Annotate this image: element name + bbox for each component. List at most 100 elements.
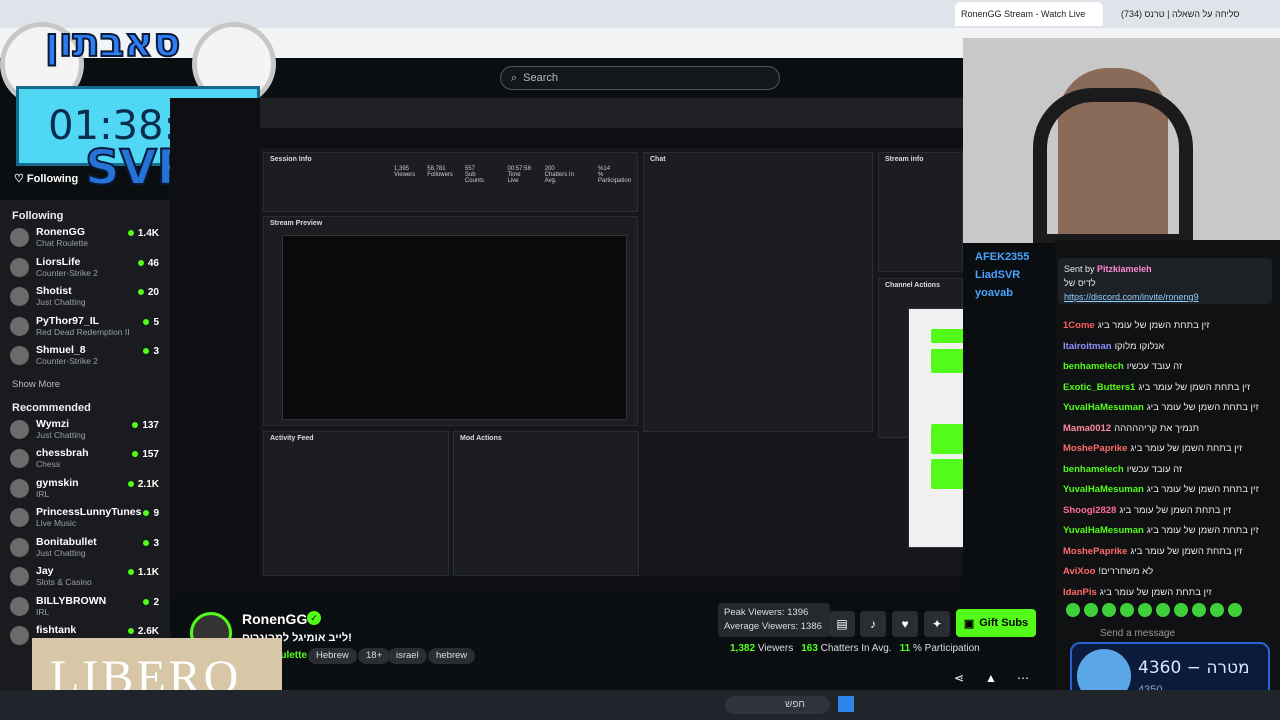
- channel-game: IRL: [36, 488, 50, 499]
- channel-game: Just Chatting: [36, 429, 86, 440]
- chatters-stat: 163 Chatters In Avg.: [801, 643, 892, 654]
- chat-text: זין בתחת השמן של עומר ביג: [1097, 320, 1210, 331]
- avatar: [10, 537, 29, 557]
- viewer-count: 3: [143, 346, 159, 357]
- channel-name: Bonitabullet: [36, 535, 97, 548]
- chat-messages: 1Come זין בתחת השמן של עומר ביג Itairoitma…: [1055, 316, 1280, 603]
- viewer-count: 46: [138, 258, 159, 269]
- heart-icon[interactable]: ♥: [892, 611, 918, 637]
- discord-link[interactable]: https://discord.com/invite/roneng9: [1064, 290, 1266, 304]
- viewer-count: 1.1K: [128, 567, 159, 578]
- sidebar-channel[interactable]: Jay Slots & Casino 1.1K: [0, 565, 170, 595]
- stream-video[interactable]: Session Info 1,395 Viewers 58,781 Followers…: [170, 98, 963, 595]
- chat-text: זין בתחת השמן של עומר ביג: [1146, 484, 1259, 495]
- chat-username[interactable]: MoshePaprike: [1063, 443, 1127, 454]
- chat-username[interactable]: Exotic_Butters1: [1063, 382, 1135, 393]
- more-icon[interactable]: ⋯: [1010, 665, 1036, 691]
- chat-username[interactable]: benhamelech: [1063, 464, 1124, 475]
- tab-youtube[interactable]: (734) סליחה על השאלה | טרנס: [1115, 2, 1245, 26]
- avatar: [10, 257, 29, 277]
- channel-game: Counter-Strike 2: [36, 267, 98, 278]
- avatar: [10, 228, 29, 247]
- sidebar-channel[interactable]: BILLYBROWN IRL 2: [0, 595, 170, 625]
- chat-username[interactable]: YuvalHaMesuman: [1063, 484, 1144, 495]
- sparkle-icon[interactable]: ✦: [924, 611, 950, 637]
- sidebar-channel[interactable]: Bonitabullet Just Chatting 3: [0, 536, 170, 566]
- channel-game: Chat Roulette: [36, 238, 88, 248]
- chat-message: YuvalHaMesuman זין בתחת השמן של עומר ביג: [1055, 398, 1280, 419]
- channel-game: Chess: [36, 459, 61, 469]
- sidebar-channel[interactable]: LiorsLife Counter-Strike 2 46: [0, 256, 170, 286]
- tag-israel[interactable]: israel: [388, 648, 427, 664]
- channel-name: BILLYBROWN: [36, 594, 107, 607]
- gift-subs-button[interactable]: ▣ Gift Subs: [956, 609, 1036, 637]
- chat-text: זין בתחת השמן של עומר ביג: [1138, 381, 1251, 393]
- inner-browser-bar: [260, 98, 963, 128]
- chat-username[interactable]: MoshePaprike: [1063, 546, 1127, 557]
- channel-name: Wymzi: [36, 417, 70, 430]
- tab-ronengg[interactable]: RonenGG Stream - Watch Live: [955, 2, 1103, 26]
- channel-name: PyThor97_IL: [36, 314, 100, 327]
- participation-stat: 11 % Participation: [899, 643, 980, 654]
- share-icon[interactable]: ⋖: [946, 665, 972, 691]
- following-nav[interactable]: ♡ Following: [14, 172, 78, 185]
- chat-username[interactable]: benhamelech: [1063, 361, 1124, 372]
- channel-name[interactable]: RonenGG: [242, 611, 307, 627]
- stream-stats: 1,382 Viewers 163 Chatters In Avg. 11 % …: [730, 643, 980, 654]
- chat-message: benhamelech זה עובד עכשיו: [1055, 460, 1280, 481]
- clip-icon[interactable]: ▤: [829, 611, 855, 637]
- chat-username[interactable]: Shoogi2828: [1063, 505, 1116, 516]
- chat-message: Shoogi2828 זין בתחת השמן של עומר ביג: [1055, 501, 1280, 522]
- chat-text: זין בתחת השמן של עומר ביג: [1146, 525, 1259, 536]
- tag-hebrew-lower[interactable]: hebrew: [428, 648, 476, 664]
- bell-icon[interactable]: ♪: [860, 611, 886, 637]
- tag-hebrew[interactable]: Hebrew: [308, 648, 357, 664]
- chat-username[interactable]: Mama0012: [1063, 423, 1111, 434]
- channel-game: Counter-Strike 2: [36, 356, 98, 366]
- sidebar-channel[interactable]: PyThor97_IL Red Dead Redemption II 5: [0, 315, 170, 345]
- viewer-count: 2.6K: [128, 626, 159, 637]
- recommended-header: Recommended: [12, 401, 91, 414]
- chat-username[interactable]: YuvalHaMesuman: [1063, 402, 1144, 413]
- viewer-count: 9: [143, 508, 159, 519]
- chat-message: Exotic_Butters1 זין בתחת השמן של עומר ביג: [1055, 378, 1280, 399]
- sidebar-channel[interactable]: Shotist Just Chatting 20: [0, 285, 170, 315]
- sidebar-channel[interactable]: RonenGG Chat Roulette 1.4K: [0, 226, 170, 256]
- channel-info-bar: RonenGG ✓ לייב אומיגל למבוגרים! Chat Rou…: [170, 595, 1050, 690]
- avatar: [10, 449, 29, 468]
- chat-username[interactable]: AviXoo: [1063, 566, 1095, 577]
- viewer-count: 1.4K: [128, 228, 159, 239]
- windows-icon[interactable]: [838, 696, 854, 712]
- activity-feed-panel: Activity Feed: [263, 431, 449, 576]
- search-input[interactable]: ⌕ Search: [500, 66, 780, 90]
- dash-stat: 00:57:58 Time Live: [507, 166, 531, 184]
- chat-panel: Chat: [643, 152, 873, 432]
- viewer-count: 2.1K: [128, 479, 159, 490]
- chat-username[interactable]: YuvalHaMesuman: [1063, 525, 1144, 536]
- chat-text: זין בתחת השמן של עומר ביג: [1099, 586, 1212, 598]
- sidebar-channel[interactable]: Wymzi Just Chatting 137: [0, 418, 170, 448]
- channel-name: fishtank: [36, 624, 77, 636]
- emote-bar[interactable]: [1066, 603, 1276, 619]
- show-more-button[interactable]: Show More: [0, 374, 170, 396]
- subathon-title: סאבתון: [44, 19, 181, 67]
- chat-username[interactable]: Itairoitman: [1063, 341, 1112, 352]
- tag-18plus[interactable]: 18+: [358, 648, 391, 664]
- sidebar-channel[interactable]: Shmuel_8 Counter-Strike 2 3: [0, 344, 170, 374]
- sidebar: Following RonenGG Chat Roulette 1.4K Lio…: [0, 200, 170, 690]
- viewers-stat: 1,382 Viewers: [730, 643, 794, 654]
- sidebar-channel[interactable]: PrincessLunnyTunes Live Music 9: [0, 506, 170, 536]
- chat-username[interactable]: 1Come: [1063, 320, 1095, 331]
- sidebar-channel[interactable]: gymskin IRL 2.1K: [0, 477, 170, 507]
- chat-text: זה עובד עכשיו: [1126, 361, 1183, 372]
- chat-text: זין בתחת השמן של עומר ביג: [1146, 402, 1259, 413]
- channel-game: Slots & Casino: [36, 577, 92, 587]
- dash-stat: 1,395 Viewers: [394, 166, 416, 178]
- dash-stat: 58,781 Followers: [427, 166, 453, 178]
- taskbar-search[interactable]: חפש: [725, 696, 830, 714]
- channel-name: Jay: [36, 565, 54, 577]
- sidebar-channel[interactable]: chessbrah Chess 157: [0, 447, 170, 477]
- chat-username[interactable]: IdanPis: [1063, 587, 1097, 598]
- report-icon[interactable]: ▲: [978, 665, 1004, 691]
- viewer-count: 5: [143, 317, 159, 328]
